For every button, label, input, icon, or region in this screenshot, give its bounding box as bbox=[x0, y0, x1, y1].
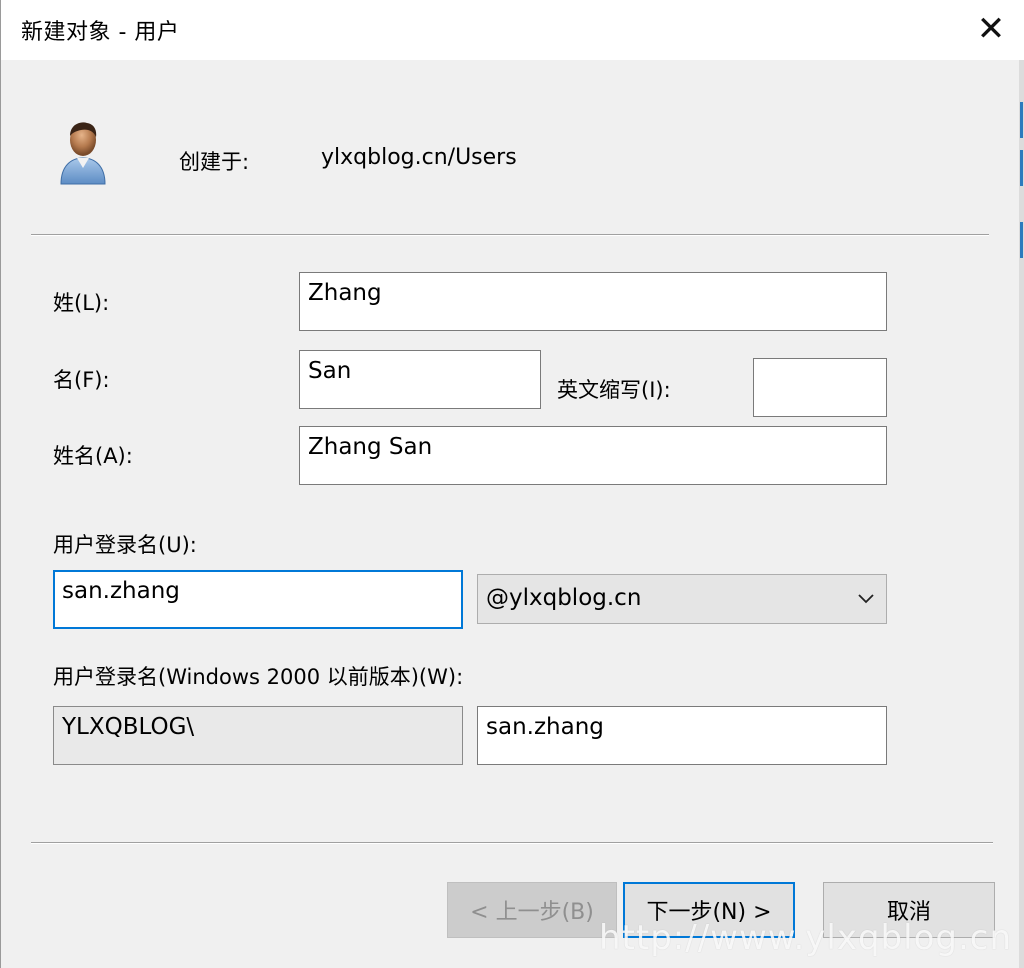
close-button[interactable]: ✕ bbox=[963, 4, 1019, 54]
pre2000-logon-label: 用户登录名(Windows 2000 以前版本)(W): bbox=[53, 665, 464, 689]
initials-label: 英文缩写(I): bbox=[557, 378, 671, 402]
cancel-button[interactable]: 取消 bbox=[823, 882, 995, 938]
first-name-label: 名(F): bbox=[53, 368, 110, 392]
initials-field[interactable] bbox=[753, 358, 887, 417]
pre2000-logon-field[interactable]: san.zhang bbox=[477, 706, 887, 765]
full-name-label: 姓名(A): bbox=[53, 444, 133, 468]
back-button[interactable]: < 上一步(B) bbox=[447, 882, 617, 938]
logon-name-label: 用户登录名(U): bbox=[53, 533, 197, 557]
background-window-edge bbox=[1019, 60, 1024, 968]
logon-name-field[interactable]: san.zhang bbox=[53, 570, 463, 629]
user-icon bbox=[60, 122, 106, 185]
full-name-field[interactable]: Zhang San bbox=[299, 426, 887, 485]
next-button[interactable]: 下一步(N) > bbox=[623, 882, 795, 938]
first-name-field[interactable]: San bbox=[299, 350, 541, 409]
chevron-down-icon bbox=[858, 594, 874, 604]
close-icon: ✕ bbox=[976, 9, 1006, 49]
footer-divider bbox=[31, 842, 993, 844]
last-name-label: 姓(L): bbox=[53, 291, 110, 315]
created-in-label: 创建于: bbox=[179, 150, 250, 174]
new-user-dialog: 新建对象 - 用户 ✕ 创建于: ylxqblog.cn/Users 姓(L):… bbox=[0, 0, 1024, 968]
upn-suffix-select[interactable]: @ylxqblog.cn bbox=[477, 574, 887, 624]
last-name-field[interactable]: Zhang bbox=[299, 272, 887, 331]
header-divider bbox=[31, 234, 989, 236]
title-bar: 新建对象 - 用户 ✕ bbox=[1, 0, 1024, 60]
upn-suffix-value: @ylxqblog.cn bbox=[486, 585, 642, 611]
window-title: 新建对象 - 用户 bbox=[21, 20, 180, 45]
created-in-value: ylxqblog.cn/Users bbox=[321, 145, 517, 170]
netbios-domain-field: YLXQBLOG\ bbox=[53, 706, 463, 765]
